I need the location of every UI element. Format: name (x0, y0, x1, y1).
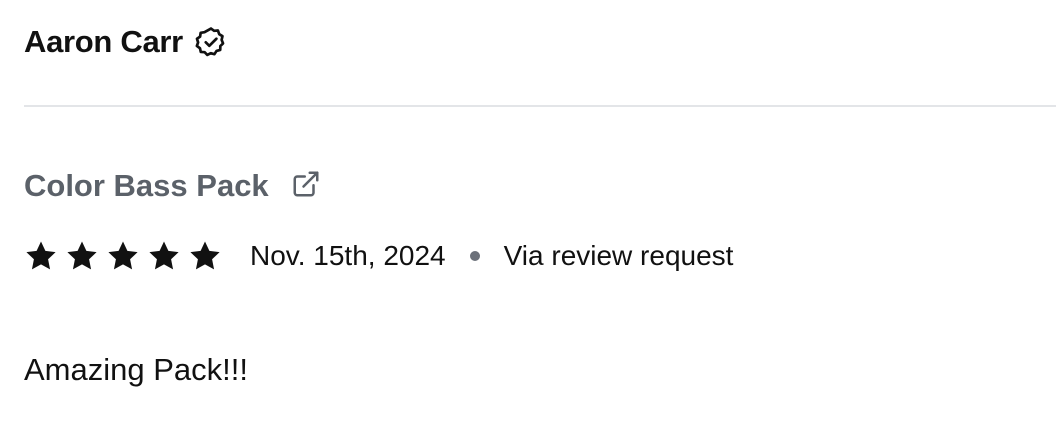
product-link[interactable]: Color Bass Pack (24, 166, 269, 206)
star-icon (149, 241, 179, 270)
author-name: Aaron Carr (24, 24, 183, 59)
divider (24, 105, 1056, 107)
product-row: Color Bass Pack (24, 166, 321, 206)
verified-badge-icon (194, 25, 228, 59)
star-icon (26, 241, 56, 270)
review-date: Nov. 15th, 2024 (250, 240, 446, 271)
review-meta-row: Nov. 15th, 2024 Via review request (24, 236, 733, 276)
review-body: Amazing Pack!!! (24, 352, 248, 387)
star-icon (108, 241, 138, 270)
star-icon (190, 241, 220, 270)
external-link-icon[interactable] (291, 169, 321, 199)
star-rating (24, 239, 222, 273)
author-row: Aaron Carr (24, 22, 228, 62)
review-source: Via review request (503, 240, 734, 271)
separator-dot (469, 251, 480, 261)
review-card: Aaron Carr Color Bass Pack Nov. 15th, 20… (0, 0, 1056, 446)
star-icon (67, 241, 97, 270)
